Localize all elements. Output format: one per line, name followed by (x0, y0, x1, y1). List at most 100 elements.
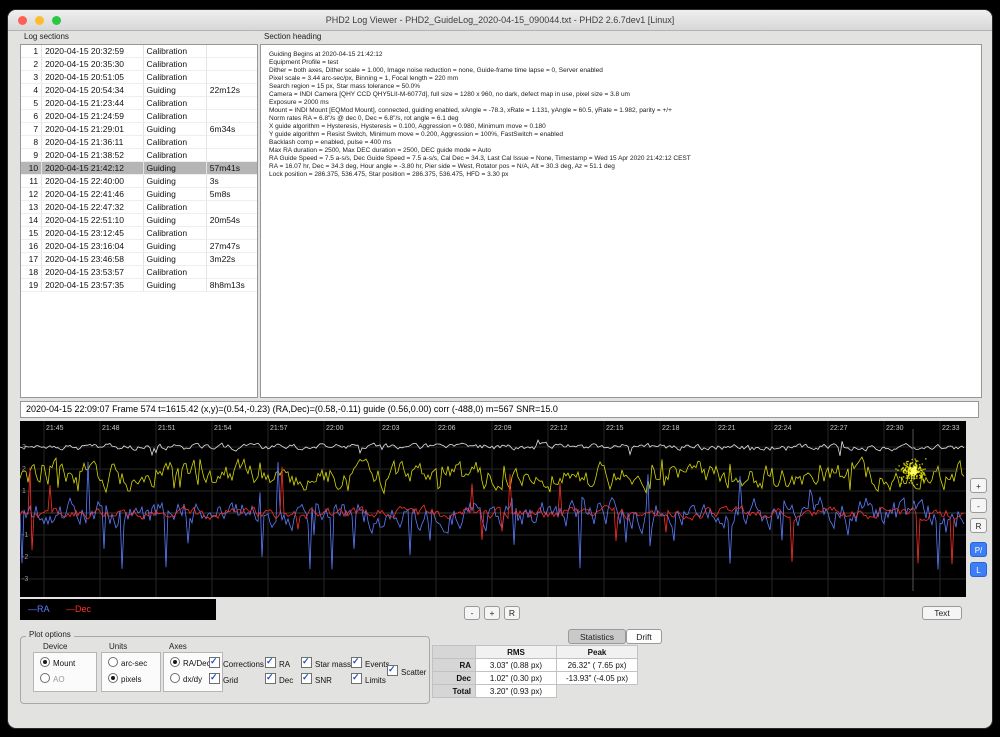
checkbox-icon[interactable] (265, 656, 276, 668)
log-section-row[interactable]: 13 2020-04-15 22:47:32 Calibration (21, 200, 257, 214)
checkbox-icon[interactable] (265, 672, 276, 684)
checkbox-icon[interactable] (209, 672, 220, 684)
log-cell-dt[interactable]: 2020-04-15 23:46:58 (41, 252, 144, 266)
log-cell-dt[interactable]: 2020-04-15 20:35:30 (41, 57, 144, 71)
checkbox-events[interactable]: Events (351, 656, 389, 669)
maximize-button[interactable] (52, 16, 61, 25)
log-sections-panel[interactable]: 1 2020-04-15 20:32:59 Calibration 2 2020-04-… (20, 44, 258, 398)
tab-statistics[interactable]: Statistics (568, 629, 626, 644)
log-cell-n[interactable]: 6 (21, 109, 43, 123)
log-section-row[interactable]: 4 2020-04-15 20:54:34 Guiding 22m12s (21, 83, 257, 97)
checkbox-icon[interactable] (301, 672, 312, 684)
log-cell-dt[interactable]: 2020-04-15 22:40:00 (41, 174, 144, 188)
log-cell-type[interactable]: Guiding (143, 174, 207, 188)
axes-radio-dxdy[interactable]: dx/dy (170, 673, 202, 684)
log-cell-dur[interactable]: 6m34s (206, 122, 257, 136)
guide-graph[interactable]: 21:45 21:48 21:51 21:54 21:57 22:00 22:03 22:06… (19, 421, 966, 597)
log-cell-type[interactable]: Calibration (143, 70, 207, 84)
log-cell-dur[interactable] (206, 135, 257, 149)
log-cell-type[interactable]: Guiding (143, 187, 207, 201)
log-cell-type[interactable]: Calibration (143, 200, 207, 214)
graph-zoom-button-+[interactable]: + (484, 606, 500, 620)
log-cell-dt[interactable]: 2020-04-15 20:51:05 (41, 70, 144, 84)
graph-side-button-p[interactable]: P/ (970, 542, 987, 557)
log-cell-dt[interactable]: 2020-04-15 23:53:57 (41, 265, 144, 279)
log-cell-dur[interactable]: 3s (206, 174, 257, 188)
checkbox-icon[interactable] (351, 656, 362, 668)
log-cell-type[interactable]: Calibration (143, 226, 207, 240)
units-radio-arcsec[interactable]: arc-sec (108, 657, 147, 668)
log-cell-type[interactable]: Calibration (143, 45, 207, 58)
checkbox-limits[interactable]: Limits (351, 672, 386, 685)
checkbox-grid[interactable]: Grid (209, 672, 238, 685)
log-cell-type[interactable]: Calibration (143, 265, 207, 279)
log-cell-n[interactable]: 2 (21, 57, 43, 71)
log-cell-type[interactable]: Guiding (143, 213, 207, 227)
guide-graph-canvas[interactable]: 21:45 21:48 21:51 21:54 21:57 22:00 22:03 22:06… (19, 421, 966, 597)
log-cell-type[interactable]: Guiding (143, 161, 207, 175)
log-cell-dur[interactable]: 5m8s (206, 187, 257, 201)
log-cell-dt[interactable]: 2020-04-15 23:57:35 (41, 278, 144, 292)
graph-side-button-r[interactable]: R (970, 518, 987, 533)
log-cell-n[interactable]: 5 (21, 96, 43, 110)
log-section-row[interactable]: 1 2020-04-15 20:32:59 Calibration (21, 45, 257, 58)
log-cell-n[interactable]: 13 (21, 200, 43, 214)
log-cell-dur[interactable] (206, 96, 257, 110)
log-cell-n[interactable]: 14 (21, 213, 43, 227)
log-cell-dur[interactable] (206, 109, 257, 123)
log-cell-n[interactable]: 7 (21, 122, 43, 136)
checkbox-corrections[interactable]: Corrections (209, 656, 264, 669)
log-cell-type[interactable]: Guiding (143, 252, 207, 266)
log-cell-type[interactable]: Calibration (143, 135, 207, 149)
log-cell-dur[interactable] (206, 265, 257, 279)
radio-icon[interactable] (170, 673, 180, 683)
log-cell-type[interactable]: Calibration (143, 96, 207, 110)
log-section-row[interactable]: 6 2020-04-15 21:24:59 Calibration (21, 109, 257, 123)
log-cell-type[interactable]: Guiding (143, 239, 207, 253)
log-cell-dur[interactable]: 22m12s (206, 83, 257, 97)
log-cell-type[interactable]: Guiding (143, 278, 207, 292)
radio-icon[interactable] (108, 657, 118, 667)
log-cell-dt[interactable]: 2020-04-15 21:42:12 (41, 161, 144, 175)
radio-icon[interactable] (40, 673, 50, 683)
log-cell-dt[interactable]: 2020-04-15 23:12:45 (41, 226, 144, 240)
log-cell-dt[interactable]: 2020-04-15 20:54:34 (41, 83, 144, 97)
log-cell-type[interactable]: Calibration (143, 148, 207, 162)
log-cell-n[interactable]: 15 (21, 226, 43, 240)
checkbox-icon[interactable] (209, 656, 220, 668)
log-cell-dur[interactable] (206, 148, 257, 162)
radio-icon[interactable] (40, 657, 50, 667)
radio-icon[interactable] (108, 673, 118, 683)
title-bar[interactable]: PHD2 Log Viewer - PHD2_GuideLog_2020-04-… (8, 10, 992, 31)
log-cell-n[interactable]: 17 (21, 252, 43, 266)
log-cell-dt[interactable]: 2020-04-15 21:24:59 (41, 109, 144, 123)
log-section-row[interactable]: 11 2020-04-15 22:40:00 Guiding 3s (21, 174, 257, 188)
checkbox-snr[interactable]: SNR (301, 672, 332, 685)
log-cell-n[interactable]: 1 (21, 45, 43, 58)
log-cell-dur[interactable] (206, 45, 257, 58)
log-section-row[interactable]: 9 2020-04-15 21:38:52 Calibration (21, 148, 257, 162)
log-cell-n[interactable]: 4 (21, 83, 43, 97)
graph-zoom-button-r[interactable]: R (504, 606, 520, 620)
log-cell-dt[interactable]: 2020-04-15 22:41:46 (41, 187, 144, 201)
graph-side-button-l[interactable]: L (970, 562, 987, 577)
text-button[interactable]: Text (922, 606, 962, 620)
log-cell-dt[interactable]: 2020-04-15 22:47:32 (41, 200, 144, 214)
log-cell-n[interactable]: 18 (21, 265, 43, 279)
log-cell-dur[interactable] (206, 70, 257, 84)
checkbox-star-mass[interactable]: Star mass (301, 656, 351, 669)
log-cell-dur[interactable] (206, 57, 257, 71)
log-cell-n[interactable]: 11 (21, 174, 43, 188)
log-section-row[interactable]: 18 2020-04-15 23:53:57 Calibration (21, 265, 257, 279)
log-cell-dur[interactable] (206, 226, 257, 240)
log-cell-dur[interactable] (206, 200, 257, 214)
log-section-row[interactable]: 2 2020-04-15 20:35:30 Calibration (21, 57, 257, 71)
log-cell-type[interactable]: Calibration (143, 57, 207, 71)
checkbox-ra[interactable]: RA (265, 656, 290, 669)
log-section-row[interactable]: 15 2020-04-15 23:12:45 Calibration (21, 226, 257, 240)
log-section-row[interactable]: 19 2020-04-15 23:57:35 Guiding 8h8m13s (21, 278, 257, 292)
log-cell-dt[interactable]: 2020-04-15 21:23:44 (41, 96, 144, 110)
log-cell-dt[interactable]: 2020-04-15 23:16:04 (41, 239, 144, 253)
log-cell-n[interactable]: 9 (21, 148, 43, 162)
log-section-row[interactable]: 14 2020-04-15 22:51:10 Guiding 20m54s (21, 213, 257, 227)
